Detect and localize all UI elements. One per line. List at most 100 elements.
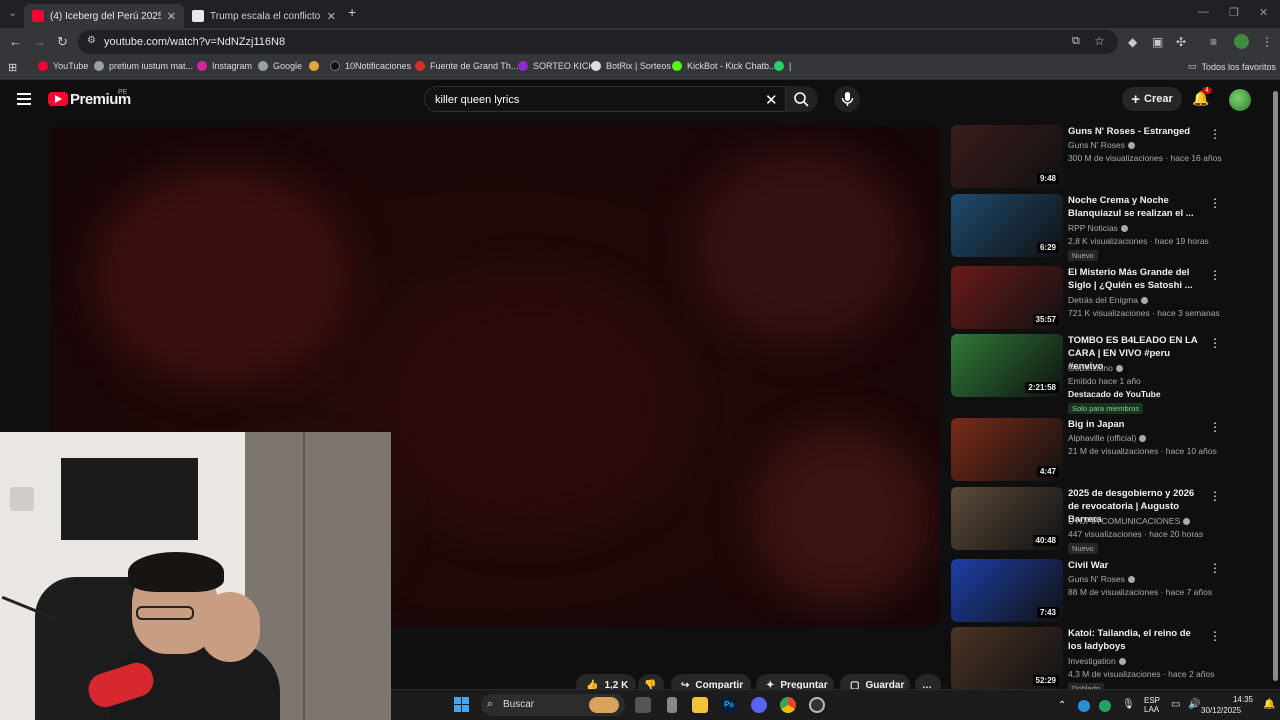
bookmark-unnamed[interactable] (309, 61, 324, 71)
bookmark-botrix[interactable]: BotRix | Sorteos (591, 61, 671, 71)
show-hidden-icons[interactable]: ⌃ (1058, 700, 1066, 711)
create-button[interactable]: + Crear (1122, 87, 1182, 111)
video-title[interactable]: Guns N' Roses - Estranged (1068, 125, 1206, 138)
file-explorer-icon[interactable] (692, 697, 708, 713)
bookmark-x[interactable]: 10Notificaciones (330, 61, 411, 71)
recommendation-item[interactable]: 4:47 Big in Japan Alphaville (official) 21 … (951, 418, 1266, 484)
obs-icon[interactable] (809, 697, 825, 713)
bookmark-sorteo-kick[interactable]: SORTEO KICK (518, 61, 594, 71)
channel-name[interactable]: Detrás del Enigma (1068, 295, 1148, 305)
video-thumbnail[interactable]: 7:43 (951, 559, 1063, 622)
reload-icon[interactable]: ↻ (57, 34, 68, 50)
search-input[interactable]: killer queen lyrics ✕ (424, 86, 786, 112)
restore-icon[interactable]: ❐ (1229, 6, 1239, 19)
recommendation-item[interactable]: 40:48 2025 de desgobierno y 2026 de revoc… (951, 487, 1266, 554)
all-bookmarks[interactable]: ▭ Todos los favoritos (1188, 61, 1276, 72)
forward-icon[interactable]: → (33, 34, 46, 49)
clock[interactable]: 14:35 (1217, 695, 1253, 704)
more-options-icon[interactable]: ⋮ (1209, 127, 1221, 141)
channel-name[interactable]: Guns N' Roses (1068, 140, 1135, 150)
bookmark-whatsapp[interactable]: | (774, 61, 791, 71)
bookmark-google[interactable]: Google (258, 61, 302, 71)
tab-search-icon[interactable]: ⌄ (8, 6, 17, 19)
more-options-icon[interactable]: ⋮ (1209, 420, 1221, 434)
recommendation-item[interactable]: 35:57 El Misterio Más Grande del Siglo | … (951, 266, 1266, 332)
new-tab-button[interactable]: + (348, 4, 356, 20)
bookmark-gta[interactable]: Fuente de Grand Th... (415, 61, 518, 71)
volume-icon[interactable]: 🔊 (1188, 699, 1200, 710)
clear-search-icon[interactable]: ✕ (765, 91, 778, 109)
back-icon[interactable]: ← (9, 34, 22, 49)
close-window-icon[interactable]: ✕ (1259, 6, 1268, 19)
channel-name[interactable]: Alphaville (official) (1068, 433, 1147, 443)
more-options-icon[interactable]: ⋮ (1209, 489, 1221, 503)
date[interactable]: 30/12/2025 (1201, 706, 1241, 715)
minimize-icon[interactable]: — (1198, 6, 1209, 18)
bookmark-pretium[interactable]: pretium iustum mat... (94, 61, 193, 71)
network-icon[interactable]: ▭ (1171, 699, 1180, 710)
site-info-icon[interactable]: ⚙ (87, 35, 96, 46)
profile-avatar[interactable] (1234, 34, 1249, 49)
recommendation-item[interactable]: 6:29 Noche Crema y Noche Blanquiazul se r… (951, 194, 1266, 261)
video-thumbnail[interactable]: 2:21:58 (951, 334, 1063, 397)
search-query[interactable]: killer queen lyrics (435, 94, 519, 106)
app-icon[interactable] (667, 697, 677, 713)
recommendation-item[interactable]: 52:29 Katoi: Tailandia, el reino de los l… (951, 627, 1266, 694)
channel-name[interactable]: UTOPÍA COMUNICACIONES (1068, 516, 1191, 526)
menu-icon[interactable] (17, 93, 31, 105)
channel-name[interactable]: Goblinciano (1068, 363, 1123, 373)
language-indicator[interactable]: ESP LAA (1144, 696, 1160, 714)
search-button[interactable] (786, 86, 818, 112)
chrome-menu-icon[interactable]: ⋮ (1261, 35, 1273, 49)
account-avatar[interactable] (1229, 89, 1251, 111)
more-options-icon[interactable]: ⋮ (1209, 629, 1221, 643)
reading-list-icon[interactable]: ≡ (1210, 35, 1217, 49)
apps-grid-icon[interactable]: ⊞ (8, 61, 17, 74)
tray-app-icon[interactable] (1099, 700, 1111, 712)
more-options-icon[interactable]: ⋮ (1209, 336, 1221, 350)
video-title[interactable]: Civil War (1068, 559, 1206, 572)
video-title[interactable]: Big in Japan (1068, 418, 1206, 431)
more-options-icon[interactable]: ⋮ (1209, 196, 1221, 210)
chrome-icon[interactable] (780, 697, 796, 713)
video-thumbnail[interactable]: 4:47 (951, 418, 1063, 481)
bookmark-instagram[interactable]: Instagram (197, 61, 252, 71)
close-tab-icon[interactable]: ✕ (167, 10, 176, 23)
tab-iceberg[interactable]: (4) Iceberg del Perú 2025 (Rewi ✕ (24, 4, 184, 28)
url-text[interactable]: youtube.com/watch?v=NdNZzj116N8 (104, 36, 285, 48)
address-bar[interactable]: ⚙ youtube.com/watch?v=NdNZzj116N8 ⧉ ☆ (78, 30, 1118, 54)
extensions-puzzle-icon[interactable]: ✣ (1176, 35, 1186, 49)
video-thumbnail[interactable]: 52:29 (951, 627, 1063, 690)
channel-name[interactable]: RPP Noticias (1068, 223, 1128, 233)
tab-trump[interactable]: Trump escala el conflicto con V ✕ (184, 4, 344, 28)
microphone-icon[interactable]: 🎙 (1122, 699, 1135, 710)
install-app-icon[interactable]: ⧉ (1072, 35, 1080, 48)
task-view-icon[interactable] (635, 697, 651, 713)
video-thumbnail[interactable]: 9:48 (951, 125, 1063, 188)
bookmark-kickbot[interactable]: KickBot - Kick Chatb... (672, 61, 777, 71)
windows-start-icon[interactable] (454, 697, 470, 713)
scrollbar-thumb[interactable] (1273, 91, 1278, 681)
bookmark-star-icon[interactable]: ☆ (1094, 34, 1105, 48)
discord-icon[interactable] (751, 697, 767, 713)
tray-app-icon[interactable] (1078, 700, 1090, 712)
channel-name[interactable]: Investigation (1068, 656, 1126, 666)
recommendation-item[interactable]: 2:21:58 TOMBO ES B4LEADO EN LA CARA | EN … (951, 334, 1266, 414)
recommendation-item[interactable]: 9:48 Guns N' Roses - Estranged Guns N' Ros… (951, 125, 1266, 191)
more-options-icon[interactable]: ⋮ (1209, 561, 1221, 575)
voice-search-button[interactable] (834, 86, 860, 112)
video-title[interactable]: Noche Crema y Noche Blanquiazul se reali… (1068, 194, 1206, 220)
recommendation-item[interactable]: 7:43 Civil War Guns N' Roses 88 M de visual… (951, 559, 1266, 625)
photoshop-icon[interactable]: Ps (721, 697, 737, 713)
video-title[interactable]: El Misterio Más Grande del Siglo | ¿Quié… (1068, 266, 1206, 292)
bookmark-youtube[interactable]: YouTube (38, 61, 88, 71)
notifications-icon[interactable]: 🔔 (1263, 699, 1275, 710)
youtube-logo-icon[interactable] (48, 92, 68, 106)
page-scrollbar[interactable] (1271, 81, 1280, 689)
extension-icon[interactable]: ◆ (1128, 35, 1137, 49)
video-thumbnail[interactable]: 6:29 (951, 194, 1063, 257)
video-title[interactable]: Katoi: Tailandia, el reino de los ladybo… (1068, 627, 1206, 653)
close-tab-icon[interactable]: ✕ (327, 10, 336, 23)
channel-name[interactable]: Guns N' Roses (1068, 574, 1135, 584)
more-options-icon[interactable]: ⋮ (1209, 268, 1221, 282)
